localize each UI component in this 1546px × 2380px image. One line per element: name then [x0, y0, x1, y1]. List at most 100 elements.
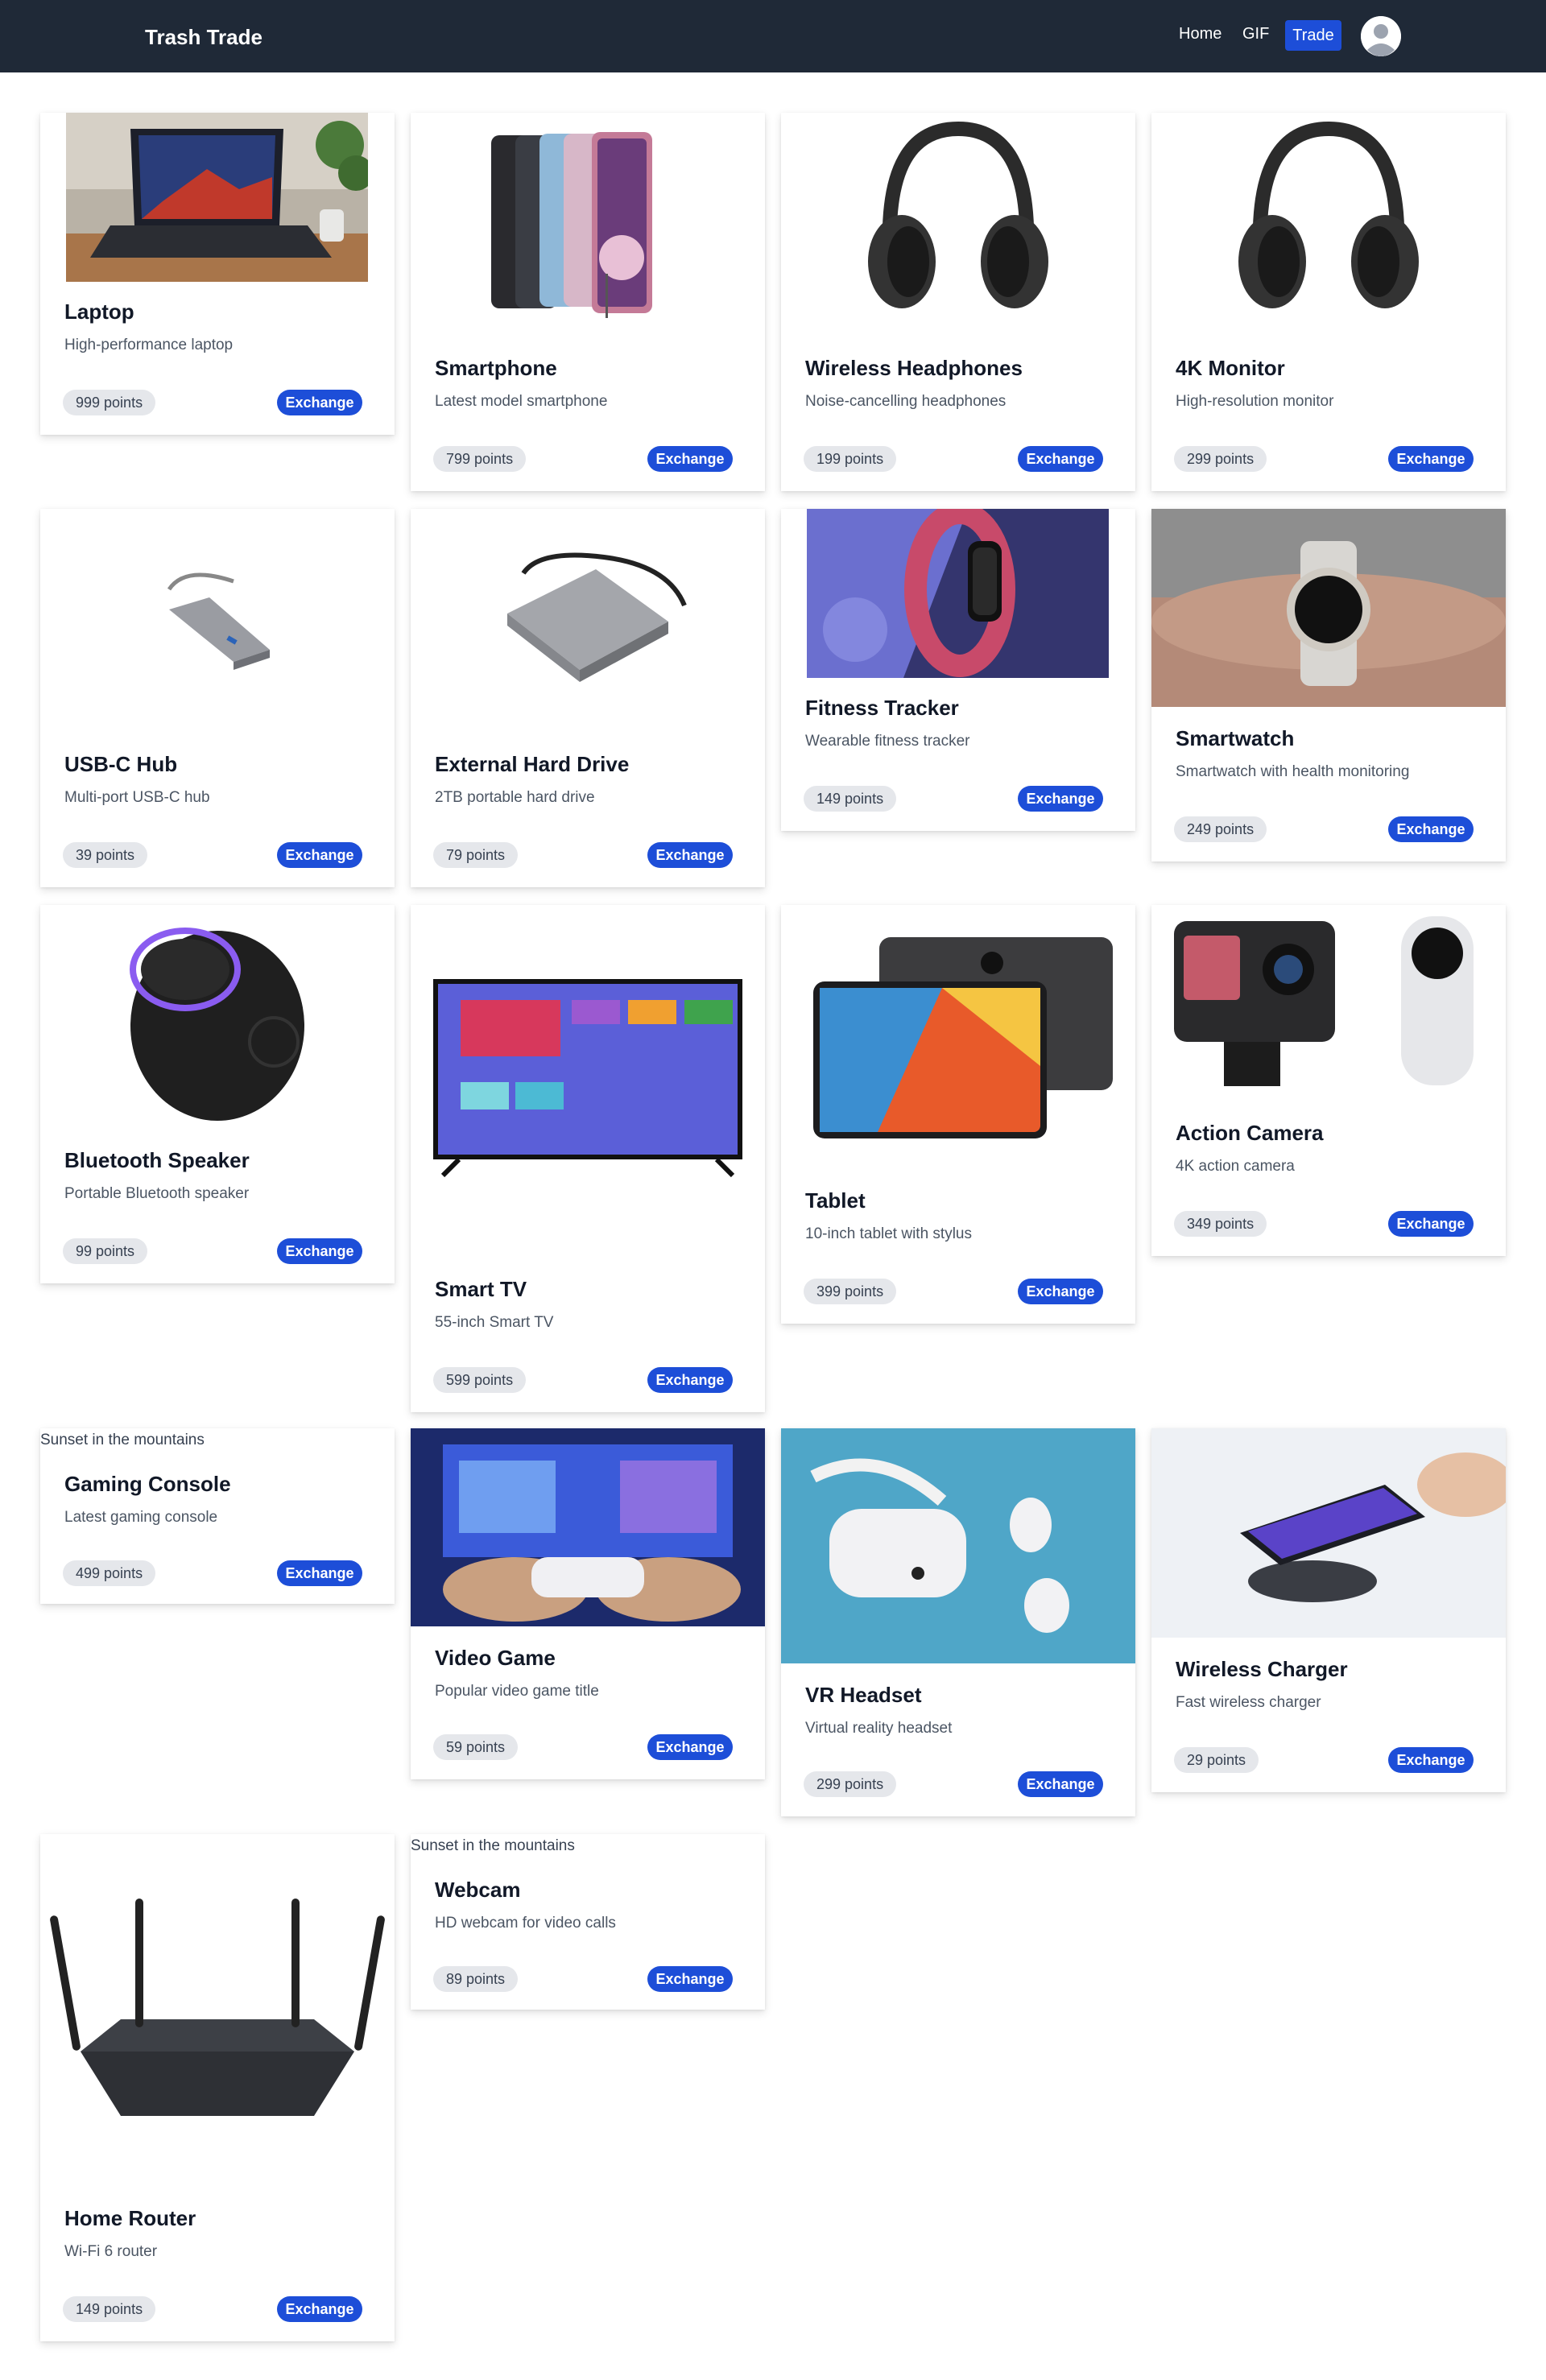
points-badge: 349 points — [1174, 1211, 1267, 1237]
product-card-bluetooth-speaker: Bluetooth Speaker Portable Bluetooth spe… — [40, 905, 395, 1283]
nav-home-link[interactable]: Home — [1179, 25, 1222, 43]
product-card-usb-c-hub: USB-C Hub Multi-port USB-C hub 39 points… — [40, 509, 395, 887]
product-description: Wi-Fi 6 router — [64, 2243, 158, 2260]
exchange-button[interactable]: Exchange — [647, 842, 733, 868]
product-description: HD webcam for video calls — [435, 1915, 616, 1932]
product-description: Popular video game title — [435, 1683, 599, 1700]
product-description: Multi-port USB-C hub — [64, 789, 210, 806]
points-badge: 599 points — [433, 1367, 527, 1393]
product-title: Webcam — [435, 1878, 521, 1902]
fitness-tracker-image — [807, 509, 1109, 678]
exchange-button[interactable]: Exchange — [647, 1966, 733, 1992]
product-description: High-performance laptop — [64, 337, 234, 353]
product-card-webcam: Sunset in the mountains Webcam HD webcam… — [411, 1834, 765, 2010]
points-badge: 299 points — [1174, 446, 1267, 472]
product-card-video-game: Video Game Popular video game title 59 p… — [411, 1428, 765, 1779]
product-card-laptop: Laptop High-performance laptop 999 point… — [40, 113, 395, 435]
product-description: Latest model smartphone — [435, 393, 608, 410]
exchange-button[interactable]: Exchange — [1018, 1771, 1103, 1797]
points-badge: 399 points — [804, 1279, 897, 1304]
router-image — [40, 1834, 395, 2180]
exchange-button[interactable]: Exchange — [277, 1560, 362, 1586]
product-title: 4K Monitor — [1176, 356, 1285, 380]
product-description: 55-inch Smart TV — [435, 1314, 554, 1331]
nav-gif-link[interactable]: GIF — [1242, 25, 1269, 43]
product-description: 10-inch tablet with stylus — [805, 1225, 972, 1242]
exchange-button[interactable]: Exchange — [1018, 1279, 1103, 1304]
product-title: Fitness Tracker — [805, 696, 959, 720]
points-badge: 39 points — [63, 842, 148, 868]
exchange-button[interactable]: Exchange — [277, 1238, 362, 1264]
exchange-button[interactable]: Exchange — [1018, 446, 1103, 472]
laptop-image — [66, 113, 368, 282]
tablet-image — [781, 905, 1135, 1163]
product-card-smartphone: Smartphone Latest model smartphone 799 p… — [411, 113, 765, 491]
exchange-button[interactable]: Exchange — [277, 842, 362, 868]
product-card-action-camera: Action Camera 4K action camera 349 point… — [1151, 905, 1506, 1256]
exchange-button[interactable]: Exchange — [1388, 816, 1474, 842]
product-title: Home Router — [64, 2206, 196, 2230]
points-badge: 249 points — [1174, 816, 1267, 842]
points-badge: 149 points — [804, 786, 897, 812]
navbar: Trash Trade Home GIF Trade — [0, 0, 1546, 72]
exchange-button[interactable]: Exchange — [1388, 446, 1474, 472]
points-badge: 79 points — [433, 842, 519, 868]
product-card-gaming-console: Sunset in the mountains Gaming Console L… — [40, 1428, 395, 1604]
product-card-smart-tv: Smart TV 55-inch Smart TV 599 points Exc… — [411, 905, 765, 1412]
product-card-tablet: Tablet 10-inch tablet with stylus 399 po… — [781, 905, 1135, 1324]
points-badge: 59 points — [433, 1734, 519, 1760]
product-description: 2TB portable hard drive — [435, 789, 595, 806]
exchange-button[interactable]: Exchange — [1388, 1211, 1474, 1237]
product-description: Noise-cancelling headphones — [805, 393, 1007, 410]
wireless-charger-image — [1151, 1428, 1506, 1638]
points-badge: 89 points — [433, 1966, 519, 1992]
exchange-button[interactable]: Exchange — [277, 390, 362, 415]
smartphone-image — [411, 113, 765, 330]
exchange-button[interactable]: Exchange — [1018, 786, 1103, 812]
points-badge: 29 points — [1174, 1747, 1259, 1773]
product-description: Wearable fitness tracker — [805, 733, 970, 750]
points-badge: 149 points — [63, 2296, 156, 2322]
product-title: Action Camera — [1176, 1121, 1324, 1145]
product-description: Smartwatch with health monitoring — [1176, 763, 1410, 780]
product-description: High-resolution monitor — [1176, 393, 1334, 410]
exchange-button[interactable]: Exchange — [1388, 1747, 1474, 1773]
exchange-button[interactable]: Exchange — [647, 1734, 733, 1760]
headphones-image — [781, 113, 1135, 330]
usb-hub-image — [40, 509, 395, 726]
hard-drive-image — [411, 509, 765, 726]
product-description: Portable Bluetooth speaker — [64, 1185, 250, 1202]
product-title: Smartphone — [435, 356, 557, 380]
user-icon — [1361, 16, 1401, 56]
points-badge: 199 points — [804, 446, 897, 472]
user-avatar[interactable] — [1361, 16, 1401, 56]
exchange-button[interactable]: Exchange — [647, 1367, 733, 1393]
product-card-4k-monitor: 4K Monitor High-resolution monitor 299 p… — [1151, 113, 1506, 491]
smartwatch-image — [1151, 509, 1506, 707]
points-badge: 99 points — [63, 1238, 148, 1264]
product-description: Latest gaming console — [64, 1509, 218, 1526]
points-badge: 799 points — [433, 446, 527, 472]
exchange-button[interactable]: Exchange — [647, 446, 733, 472]
nav-trade-link[interactable]: Trade — [1285, 20, 1341, 51]
points-badge: 299 points — [804, 1771, 897, 1797]
broken-image-alt: Sunset in the mountains — [411, 1837, 575, 1854]
product-card-vr-headset: VR Headset Virtual reality headset 299 p… — [781, 1428, 1135, 1816]
product-description: Virtual reality headset — [805, 1720, 953, 1737]
product-title: Smartwatch — [1176, 726, 1295, 750]
product-card-smartwatch: Smartwatch Smartwatch with health monito… — [1151, 509, 1506, 862]
brand-logo[interactable]: Trash Trade — [145, 25, 262, 50]
video-game-image — [411, 1428, 765, 1626]
smart-tv-image — [411, 905, 765, 1251]
exchange-button[interactable]: Exchange — [277, 2296, 362, 2322]
action-camera-image — [1151, 905, 1506, 1101]
product-card-wireless-charger: Wireless Charger Fast wireless charger 2… — [1151, 1428, 1506, 1792]
product-description: Fast wireless charger — [1176, 1694, 1321, 1711]
product-title: Video Game — [435, 1646, 556, 1670]
product-title: VR Headset — [805, 1683, 922, 1707]
broken-image-alt: Sunset in the mountains — [40, 1432, 205, 1448]
product-card-wireless-headphones: Wireless Headphones Noise-cancelling hea… — [781, 113, 1135, 491]
product-title: Smart TV — [435, 1277, 527, 1301]
monitor-image — [1151, 113, 1506, 330]
points-badge: 499 points — [63, 1560, 156, 1586]
